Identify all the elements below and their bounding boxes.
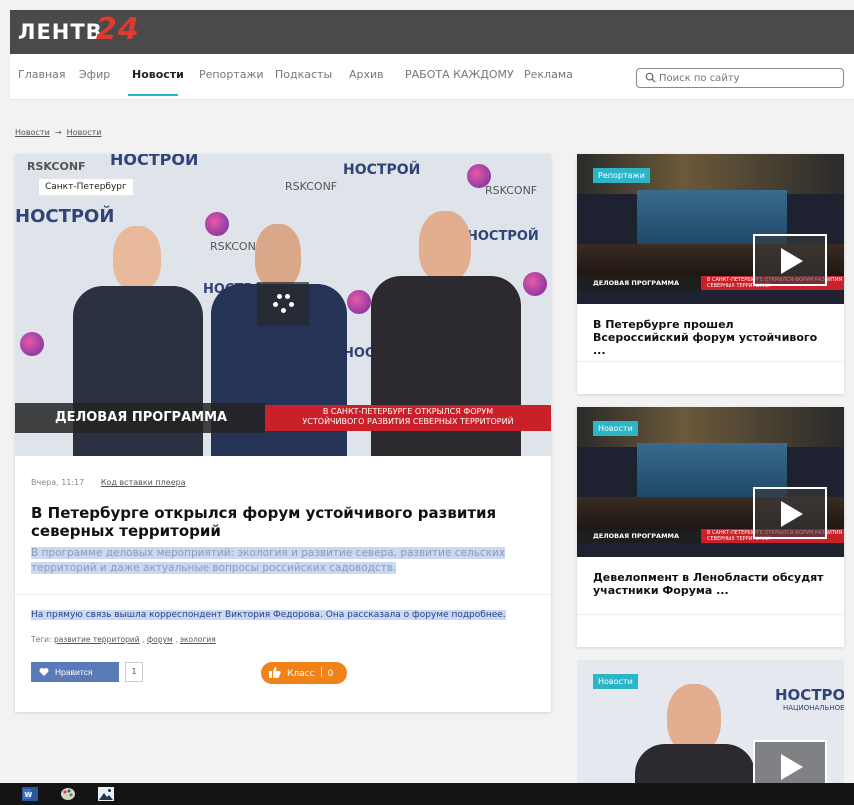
search-input[interactable] bbox=[659, 71, 839, 85]
photos-icon[interactable] bbox=[98, 787, 114, 801]
like-button[interactable]: Нравится bbox=[31, 662, 119, 682]
program-label: ДЕЛОВАЯ ПРОГРАММА bbox=[15, 403, 265, 433]
breadcrumb-separator: → bbox=[52, 128, 65, 137]
bg-orb-decoration bbox=[467, 164, 491, 188]
thumbs-up-icon bbox=[269, 667, 281, 678]
tag-link[interactable]: форум bbox=[147, 635, 173, 644]
play-button[interactable] bbox=[753, 487, 827, 539]
bg-rsk: RSKCONF bbox=[285, 180, 338, 193]
play-button[interactable] bbox=[753, 740, 827, 783]
bg-rsk: RSKCONF bbox=[27, 160, 86, 173]
divider bbox=[577, 614, 844, 615]
nav-item-home[interactable]: Главная bbox=[18, 68, 66, 81]
video-player[interactable]: НОСТРОЙ НОСТРОЙ НОСТРОЙ НОСТРОЙ НОСТРОЙ … bbox=[15, 154, 551, 456]
embed-code-link[interactable]: Код вставки плеера bbox=[101, 478, 186, 487]
bg-logo: НОСТРОЙ bbox=[775, 686, 844, 704]
ok-label: Класс bbox=[287, 669, 315, 679]
play-button[interactable] bbox=[753, 234, 827, 286]
strip-left-text: ДЕЛОВАЯ ПРОГРАММА bbox=[577, 276, 701, 290]
divider bbox=[577, 361, 844, 362]
site-header: ЛЕНТВ 24 bbox=[10, 10, 854, 54]
side-news-card[interactable]: Репортажи ДЕЛОВАЯ ПРОГРАММА В САНКТ-ПЕТЕ… bbox=[577, 154, 844, 394]
article-lead: В программе деловых мероприятий: экологи… bbox=[31, 546, 541, 576]
tag-link[interactable]: развитие территорий bbox=[54, 635, 140, 644]
nav-item-archive[interactable]: Архив bbox=[349, 68, 384, 81]
tag-link[interactable]: экология bbox=[180, 635, 216, 644]
site-logo[interactable]: ЛЕНТВ 24 bbox=[18, 12, 139, 47]
nav-item-podcasts[interactable]: Подкасты bbox=[275, 68, 332, 81]
bg-orb-decoration bbox=[20, 332, 44, 356]
bg-orb-decoration bbox=[523, 272, 547, 296]
side-card-thumbnail[interactable]: НОСТРОЙ НАЦИОНАЛЬНОЕ Новости bbox=[577, 660, 844, 783]
search-icon bbox=[645, 72, 656, 83]
breadcrumb-link-news[interactable]: Новости bbox=[15, 128, 50, 137]
paint-icon[interactable] bbox=[60, 787, 76, 801]
article-body-text: На прямую связь вышла корреспондент Викт… bbox=[31, 610, 506, 620]
category-tag[interactable]: Новости bbox=[593, 674, 638, 689]
publish-time: Вчера, 11:17 bbox=[31, 478, 85, 487]
breadcrumb: Новости → Новости bbox=[15, 128, 101, 137]
video-caption: В САНКТ-ПЕТЕРБУРГЕ ОТКРЫЛСЯ ФОРУМ УСТОЙЧ… bbox=[265, 405, 551, 431]
play-icon bbox=[781, 501, 803, 527]
side-news-card[interactable]: НОСТРОЙ НАЦИОНАЛЬНОЕ Новости bbox=[577, 660, 844, 783]
search-box[interactable] bbox=[636, 68, 844, 88]
bg-logo: НОСТРОЙ bbox=[110, 154, 199, 169]
side-news-card[interactable]: Новости ДЕЛОВАЯ ПРОГРАММА В САНКТ-ПЕТЕРБ… bbox=[577, 407, 844, 647]
bg-rsk: RSKCONF bbox=[485, 184, 538, 197]
city-tag: Санкт-Петербург bbox=[39, 179, 133, 195]
os-taskbar: W bbox=[0, 783, 854, 805]
logo-number: 24 bbox=[96, 12, 140, 47]
caption-line: УСТОЙЧИВОГО РАЗВИТИЯ СЕВЕРНЫХ ТЕРРИТОРИЙ bbox=[302, 417, 514, 427]
article-lead-text: В программе деловых мероприятий: экологи… bbox=[31, 547, 506, 574]
category-tag[interactable]: Новости bbox=[593, 421, 638, 436]
nav-item-jobs[interactable]: РАБОТА КАЖДОМУ bbox=[405, 68, 514, 81]
breadcrumb-link-current[interactable]: Новости bbox=[67, 128, 102, 137]
bg-orb-decoration bbox=[347, 290, 371, 314]
logo-text: ЛЕНТВ bbox=[18, 20, 103, 44]
nav-item-reports[interactable]: Репортажи bbox=[199, 68, 264, 81]
nav-item-news[interactable]: Новости bbox=[132, 68, 184, 81]
video-loading-spinner bbox=[257, 282, 309, 326]
side-card-thumbnail[interactable]: Новости ДЕЛОВАЯ ПРОГРАММА В САНКТ-ПЕТЕРБ… bbox=[577, 407, 844, 557]
bg-logo-sub: НАЦИОНАЛЬНОЕ bbox=[783, 704, 844, 712]
bg-logo: НОСТРОЙ bbox=[15, 206, 115, 227]
article-headline: В Петербурге открылся форум устойчивого … bbox=[31, 504, 497, 540]
play-icon bbox=[781, 754, 803, 780]
main-nav: Главная Эфир Новости Репортажи Подкасты … bbox=[10, 54, 854, 100]
side-card-title[interactable]: Девелопмент в Ленобласти обсудят участни… bbox=[593, 571, 833, 597]
svg-text:W: W bbox=[25, 791, 33, 799]
category-tag[interactable]: Репортажи bbox=[593, 168, 650, 183]
ok-separator bbox=[320, 667, 322, 677]
article-tags: Теги: развитие территорий , форум , экол… bbox=[31, 635, 216, 644]
nav-item-air[interactable]: Эфир bbox=[79, 68, 110, 81]
ok-class-button[interactable]: Класс 0 bbox=[261, 662, 347, 684]
tags-label: Теги: bbox=[31, 635, 52, 644]
side-card-title[interactable]: В Петербурге прошел Всероссийский форум … bbox=[593, 318, 833, 357]
side-card-thumbnail[interactable]: Репортажи ДЕЛОВАЯ ПРОГРАММА В САНКТ-ПЕТЕ… bbox=[577, 154, 844, 304]
like-label: Нравится bbox=[55, 667, 93, 677]
caption-line: В САНКТ-ПЕТЕРБУРГЕ ОТКРЫЛСЯ ФОРУМ bbox=[322, 407, 494, 416]
like-count: 1 bbox=[125, 662, 143, 682]
nav-item-ads[interactable]: Реклама bbox=[524, 68, 573, 81]
bg-logo: НОСТРОЙ bbox=[343, 162, 421, 178]
divider bbox=[15, 594, 551, 595]
word-icon[interactable]: W bbox=[22, 787, 38, 801]
heart-icon bbox=[39, 668, 49, 676]
article-body: На прямую связь вышла корреспондент Викт… bbox=[31, 610, 506, 620]
video-lower-third: ДЕЛОВАЯ ПРОГРАММА В САНКТ-ПЕТЕРБУРГЕ ОТК… bbox=[15, 403, 551, 433]
active-nav-underline bbox=[128, 94, 178, 96]
ok-count: 0 bbox=[327, 669, 334, 679]
article-meta: Вчера, 11:17 Код вставки плеера bbox=[31, 478, 186, 487]
strip-left-text: ДЕЛОВАЯ ПРОГРАММА bbox=[577, 529, 701, 543]
play-icon bbox=[781, 248, 803, 274]
person-body bbox=[635, 744, 755, 783]
article-card: НОСТРОЙ НОСТРОЙ НОСТРОЙ НОСТРОЙ НОСТРОЙ … bbox=[15, 154, 551, 712]
